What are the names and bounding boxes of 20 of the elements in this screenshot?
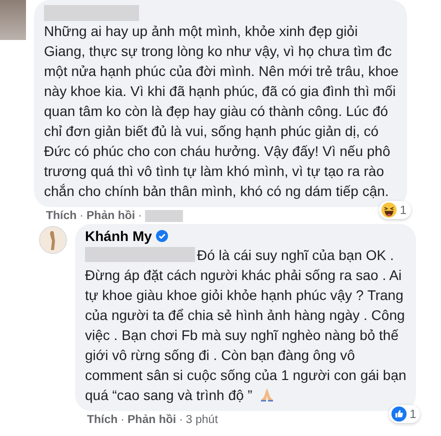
thumbs-up-icon xyxy=(390,406,407,422)
avatar[interactable] xyxy=(39,226,67,254)
comment-text: Những ai hay up ảnh một mình, khỏe xinh đẹp giỏi Giang, thực sự trong lòng ko như vậy, vì họ chưa tìm đc một nửa hạnh phúc của đời mình. Nên mới trẻ trâu, khoe này khoe kia. Vì khi đã hạnh phúc, đã có gia đình thì mối quan tâm ko còn là đẹp hay giàu có thành công. Lúc đó chỉ đơn giản biết đủ là vui, sống hạnh phúc giản dị, có Đức có phúc cho con cháu hưởng. Vậy đấy! Vì nếu phô trương quá thì vô tình tự làm khó mình, vì tự tạo ra rào chắn cho chính bản thân mình, khó có ng dám tiếp cận. xyxy=(44,22,399,201)
action-link[interactable]: Phản hồi xyxy=(128,414,176,426)
reaction-count[interactable]: 1 xyxy=(388,405,420,423)
timestamp[interactable]: 3 phút xyxy=(186,414,218,426)
separator-dot: · xyxy=(120,414,125,426)
action-link[interactable]: Thích xyxy=(46,210,77,222)
redacted-timestamp xyxy=(144,210,183,222)
separator-dot: · xyxy=(179,414,183,426)
praying-hands-icon xyxy=(259,386,275,402)
action-link[interactable]: Phản hồi xyxy=(86,210,136,222)
avatar[interactable] xyxy=(0,0,26,40)
separator-dot: · xyxy=(138,210,142,222)
reaction-count[interactable]: 1 xyxy=(378,201,411,219)
separator-dot: · xyxy=(80,210,84,222)
laughing-emoji-icon xyxy=(380,202,397,218)
comment-text: Đó là cái suy nghĩ của bạn OK . Đừng áp đặt cách người khác phải sống ra sao . Ai tự khoe giàu khoe giỏi khỏe hạnh phúc vậy ? Trang của người ta để chia sẻ hình ảnh hàng ngày . Công việc . Bạn chơi Fb mà suy nghĩ nghèo nàng bỏ thế giới vô rừng sống đi . Còn bạn đàng ông vô comment sân si cuộc sống của 1 người con gái bạn quá “cao sang và trình độ ” xyxy=(85,246,406,405)
action-link[interactable]: Thích xyxy=(87,414,118,426)
author-name[interactable]: Khánh My xyxy=(85,228,152,244)
